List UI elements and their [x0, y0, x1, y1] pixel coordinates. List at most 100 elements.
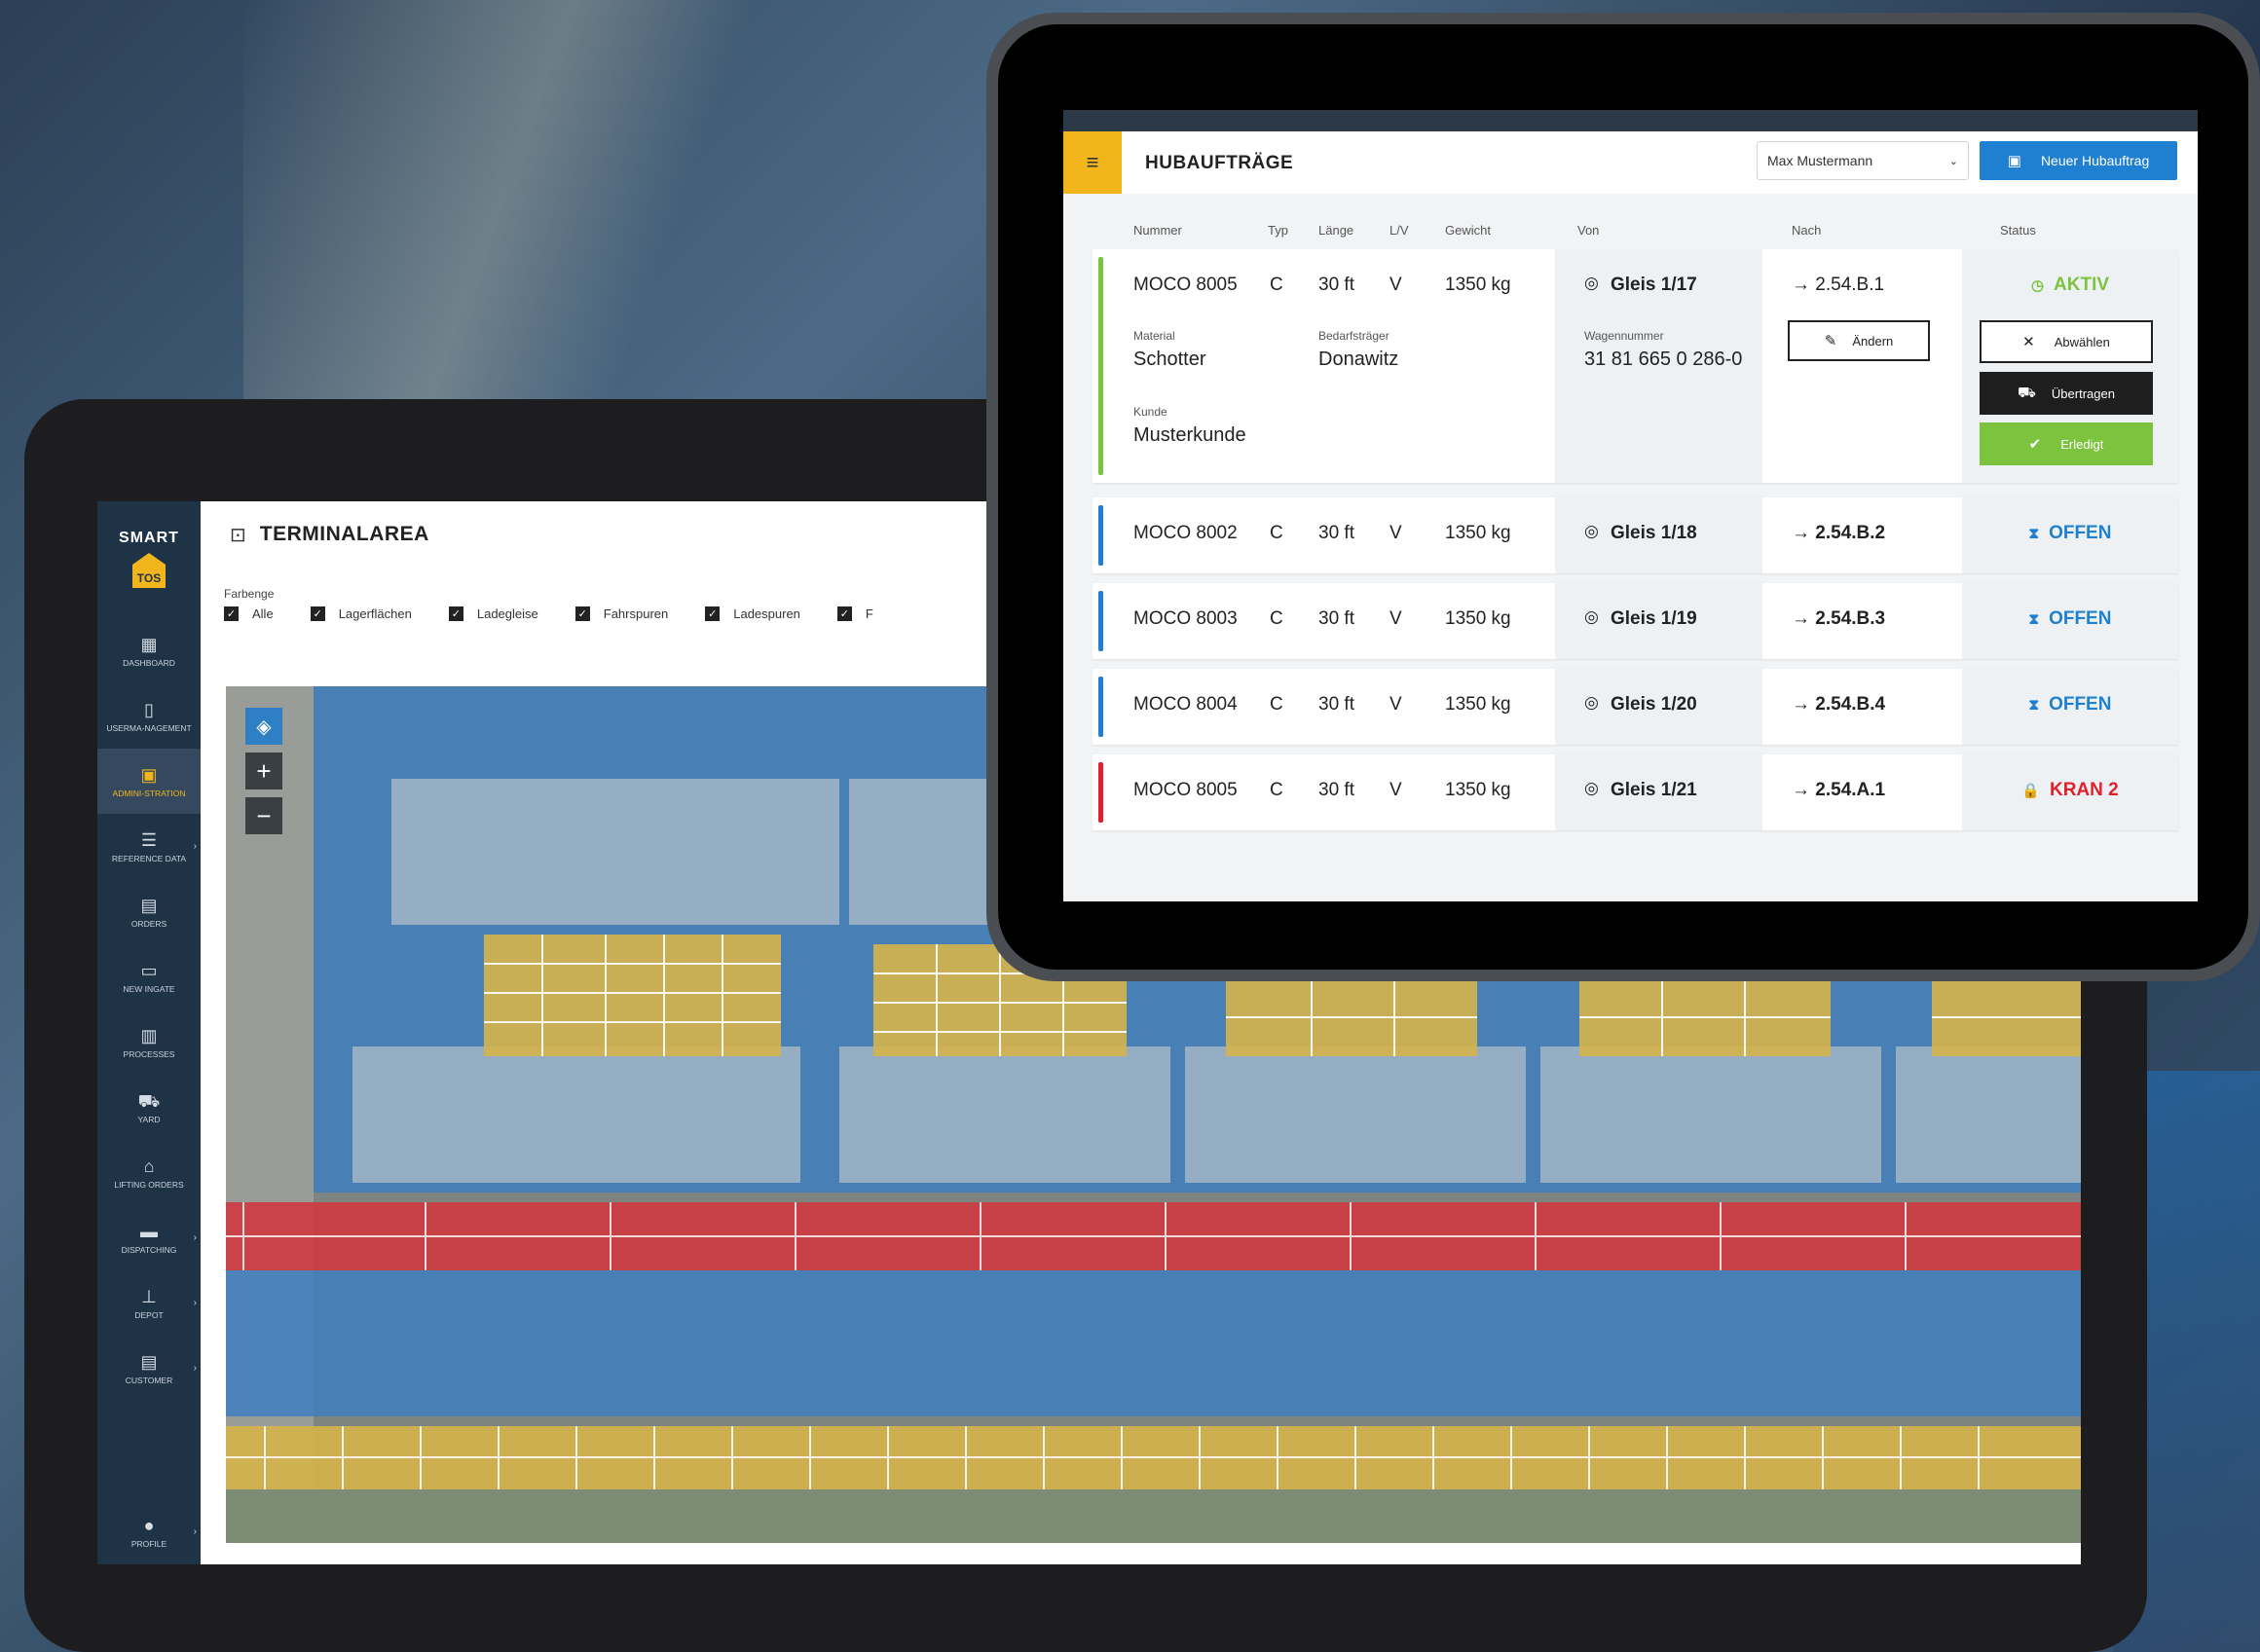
- status-bar: [1098, 677, 1103, 737]
- sidebar-item[interactable]: ⊥ DEPOT ›: [97, 1270, 201, 1336]
- aendern-label: Ändern: [1852, 333, 1894, 349]
- table-row[interactable]: MOCO 8002 C 30 ft V 1350 kg ◎ Gleis 1/18 → 2.54…: [1093, 497, 2178, 573]
- kunde-value: Musterkunde: [1133, 424, 1246, 446]
- sidebar-item[interactable]: ⛟ YARD: [97, 1075, 201, 1140]
- uebertragen-label: Übertragen: [2051, 385, 2115, 401]
- cell-nummer: MOCO 8004: [1133, 694, 1238, 715]
- filter-checkbox[interactable]: ✓ Ladegleise: [448, 606, 538, 621]
- database-icon: ☰: [140, 829, 158, 850]
- sidebar-item[interactable]: ▭ NEW INGATE: [97, 944, 201, 1010]
- status-text: OFFEN: [2049, 608, 2112, 629]
- wagen-label: Wagennummer: [1584, 329, 1664, 343]
- checkbox-checked-icon: ✓: [310, 606, 325, 621]
- logo-badge-text: TOS: [137, 571, 161, 585]
- sidebar-item-label: ADMINI-STRATION: [112, 788, 186, 798]
- material-value: Schotter: [1133, 349, 1206, 370]
- filter-checkbox[interactable]: ✓ F: [836, 606, 873, 621]
- lifting-header: ≡ HUBAUFTRÄGE Max Mustermann ⌄ ▣ Neuer H…: [1063, 131, 2198, 194]
- column-header: Nummer: [1133, 223, 1182, 238]
- hourglass-icon: ⧗: [2028, 611, 2040, 628]
- chevron-right-icon: ›: [193, 1526, 197, 1537]
- chevron-right-icon: ›: [193, 1232, 197, 1243]
- filter-checkbox[interactable]: ✓ Lagerflächen: [310, 606, 412, 621]
- wagen-value: 31 81 665 0 286-0: [1584, 349, 1743, 370]
- cell-von: Gleis 1/17: [1611, 275, 1697, 295]
- table-row[interactable]: MOCO 8004 C 30 ft V 1350 kg ◎ Gleis 1/20 → 2.54…: [1093, 669, 2178, 745]
- cell-nummer: MOCO 8003: [1133, 608, 1238, 629]
- zoom-out-button[interactable]: −: [245, 797, 282, 834]
- location-pin-icon: ◎: [1584, 693, 1599, 712]
- column-header: Länge: [1318, 223, 1354, 238]
- sidebar-item-label: PROFILE: [130, 1538, 167, 1549]
- sidebar-item[interactable]: ▤ ORDERS: [97, 879, 201, 944]
- cell-von: Gleis 1/21: [1611, 780, 1697, 800]
- location-pin-icon: ◎: [1584, 274, 1599, 292]
- filter-checkbox[interactable]: ✓ Alle: [224, 606, 274, 621]
- filter-label: Farbenge: [224, 587, 275, 601]
- status-text: OFFEN: [2049, 523, 2112, 543]
- user-select[interactable]: Max Mustermann ⌄: [1757, 141, 1969, 180]
- new-lifting-order-button[interactable]: ▣ Neuer Hubauftrag: [1980, 141, 2177, 180]
- cell-laenge: 30 ft: [1318, 275, 1354, 295]
- kunde-label: Kunde: [1133, 405, 1167, 419]
- sidebar-item-label: LIFTING ORDERS: [114, 1179, 184, 1190]
- sidebar-item[interactable]: ⌂ LIFTING ORDERS: [97, 1140, 201, 1205]
- cell-gewicht: 1350 kg: [1445, 694, 1511, 715]
- sidebar-item[interactable]: ☰ REFERENCE DATA ›: [97, 814, 201, 879]
- chevron-right-icon: ›: [193, 841, 197, 852]
- status-bar: [1098, 505, 1103, 566]
- status-badge: ◷ AKTIV: [1962, 275, 2178, 296]
- filter-label-text: Lagerflächen: [338, 606, 412, 621]
- table-row[interactable]: MOCO 8005 C 30 ft V 1350 kg ◎ Gleis 1/17 → 2.54…: [1093, 249, 2178, 483]
- sidebar-item[interactable]: ▣ ADMINI-STRATION: [97, 749, 201, 814]
- clock-icon: ◷: [2030, 277, 2045, 294]
- cell-nach: → 2.54.B.1: [1792, 275, 1885, 295]
- sidebar-item-label: DISPATCHING: [121, 1244, 177, 1255]
- filter-checkbox[interactable]: ✓ Ladespuren: [705, 606, 800, 621]
- sidebar-item[interactable]: ▦ DASHBOARD: [97, 618, 201, 683]
- profile-icon: ●: [143, 1515, 155, 1535]
- sidebar-item[interactable]: ▤ CUSTOMER ›: [97, 1336, 201, 1401]
- menu-icon[interactable]: ≡: [1063, 131, 1122, 194]
- sidebar-item[interactable]: ▬ DISPATCHING ›: [97, 1205, 201, 1270]
- uebertragen-button[interactable]: ⛟ Übertragen: [1980, 372, 2153, 415]
- bedarf-label: Bedarfsträger: [1318, 329, 1389, 343]
- checkbox-checked-icon: ✓: [448, 606, 463, 621]
- logo: SMART TOS: [97, 501, 201, 618]
- cell-nach: → 2.54.B.2: [1792, 523, 1886, 543]
- checkbox-checked-icon: ✓: [705, 606, 721, 621]
- erledigt-button[interactable]: ✔ Erledigt: [1980, 422, 2153, 465]
- status-badge: ⧗ OFFEN: [1962, 523, 2178, 544]
- chevron-down-icon: ⌄: [1948, 155, 1958, 167]
- layers-button[interactable]: ◈: [245, 708, 282, 745]
- cell-nummer: MOCO 8005: [1133, 780, 1238, 800]
- zoom-in-button[interactable]: +: [245, 753, 282, 789]
- filter-checkbox[interactable]: ✓ Fahrspuren: [574, 606, 668, 621]
- table-row[interactable]: MOCO 8005 C 30 ft V 1350 kg ◎ Gleis 1/21 → 2.54…: [1093, 754, 2178, 830]
- sidebar-item[interactable]: ▥ PROCESSES: [97, 1010, 201, 1075]
- column-header: Von: [1577, 223, 1600, 238]
- sidebar-item-label: CUSTOMER: [125, 1375, 173, 1385]
- sidebar-item-label: REFERENCE DATA: [111, 853, 187, 863]
- user-doc-icon: ▯: [144, 699, 154, 719]
- chevron-right-icon: ›: [193, 1363, 197, 1374]
- location-pin-icon: ◎: [1584, 779, 1599, 797]
- orders-icon: ▤: [140, 895, 158, 915]
- cell-laenge: 30 ft: [1318, 694, 1354, 715]
- admin-icon: ▣: [140, 764, 158, 785]
- abwaehlen-button[interactable]: ✕ Abwählen: [1980, 320, 2153, 363]
- status-bar: [1098, 591, 1103, 651]
- cell-gewicht: 1350 kg: [1445, 608, 1511, 629]
- dashboard-icon: ▦: [140, 634, 158, 654]
- lifting-icon: ⌂: [143, 1156, 155, 1176]
- checkbox-checked-icon: ✓: [574, 606, 590, 621]
- sidebar-item[interactable]: ▯ USERMA-NAGEMENT: [97, 683, 201, 749]
- status-text: KRAN 2: [2049, 780, 2119, 800]
- sidebar-item-label: PROCESSES: [123, 1048, 175, 1059]
- table-row[interactable]: MOCO 8003 C 30 ft V 1350 kg ◎ Gleis 1/19 → 2.54…: [1093, 583, 2178, 659]
- column-header: Nach: [1792, 223, 1822, 238]
- sidebar-item[interactable]: ● PROFILE ›: [97, 1499, 201, 1564]
- aendern-button[interactable]: ✎ Ändern: [1788, 320, 1930, 361]
- new-lifting-order-label: Neuer Hubauftrag: [2040, 153, 2150, 168]
- cell-laenge: 30 ft: [1318, 608, 1354, 629]
